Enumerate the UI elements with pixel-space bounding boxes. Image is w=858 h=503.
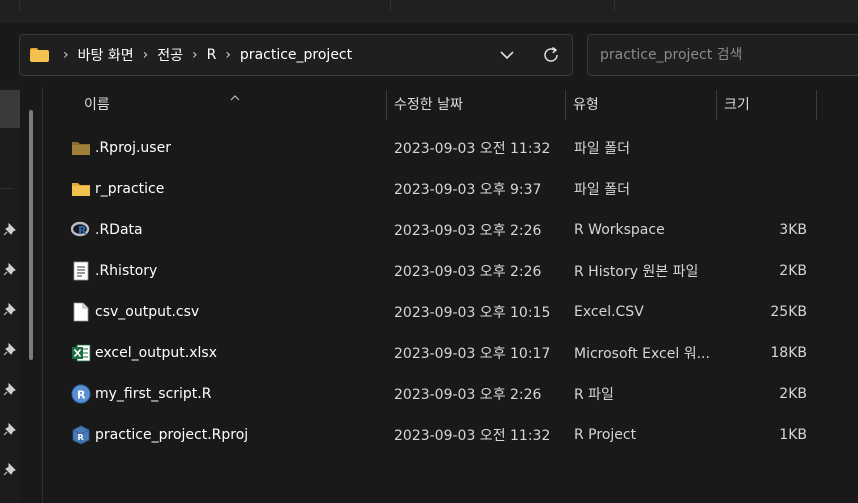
nav-scrollbar[interactable]: [29, 110, 33, 360]
navigation-pane: [0, 87, 20, 503]
column-header: 이름 수정한 날짜 유형 크기: [43, 87, 858, 120]
file-modified: 2023-09-03 오후 10:17: [394, 345, 551, 362]
file-type: Excel.CSV: [574, 303, 644, 320]
breadcrumb-practice-project[interactable]: practice_project: [240, 47, 352, 63]
folder-icon: [71, 179, 91, 199]
svg-text:R: R: [77, 389, 86, 402]
file-row[interactable]: R my_first_script.R 2023-09-03 오후 2:26 R…: [43, 373, 858, 414]
file-modified: 2023-09-03 오후 9:37: [394, 181, 542, 198]
pin-icon[interactable]: [3, 302, 17, 317]
folder-icon: [30, 48, 49, 62]
pin-icon[interactable]: [3, 382, 17, 397]
file-row[interactable]: .Rhistory 2023-09-03 오후 2:26 R History 원…: [43, 250, 858, 291]
r-workspace-icon: R: [70, 220, 91, 240]
file-modified: 2023-09-03 오후 10:15: [394, 304, 551, 321]
blank-file-icon: [71, 302, 91, 322]
file-row[interactable]: R practice_project.Rproj 2023-09-03 오전 1…: [43, 414, 858, 455]
file-name[interactable]: r_practice: [95, 168, 164, 209]
text-file-icon: [71, 261, 91, 281]
file-row[interactable]: R .RData 2023-09-03 오후 2:26 R Workspace …: [43, 209, 858, 250]
file-size: 3KB: [779, 221, 807, 238]
search-box[interactable]: [587, 34, 858, 76]
file-row[interactable]: r_practice 2023-09-03 오후 9:37 파일 폴더: [43, 168, 858, 209]
svg-text:R: R: [78, 433, 84, 442]
column-divider[interactable]: [816, 90, 817, 120]
file-name[interactable]: my_first_script.R: [95, 373, 211, 414]
r-script-icon: R: [71, 384, 91, 404]
nav-divider: [0, 188, 12, 189]
chevron-right-icon[interactable]: ›: [225, 47, 231, 63]
file-name[interactable]: excel_output.xlsx: [95, 332, 217, 373]
file-size: 18KB: [770, 344, 807, 361]
file-modified: 2023-09-03 오전 11:32: [394, 427, 551, 444]
file-name[interactable]: practice_project.Rproj: [95, 414, 248, 455]
file-modified: 2023-09-03 오후 2:26: [394, 263, 542, 280]
refresh-icon[interactable]: [541, 45, 561, 65]
svg-text:R: R: [78, 224, 87, 237]
excel-icon: [71, 343, 91, 363]
file-name[interactable]: .RData: [95, 209, 143, 250]
file-type: R Project: [574, 426, 637, 443]
address-bar[interactable]: › 바탕 화면 › 전공 › R › practice_project: [19, 34, 573, 76]
title-strip: [0, 0, 858, 23]
file-row[interactable]: csv_output.csv 2023-09-03 오후 10:15 Excel…: [43, 291, 858, 332]
breadcrumb-r[interactable]: R: [207, 47, 217, 63]
column-size[interactable]: 크기: [724, 87, 750, 120]
chevron-right-icon[interactable]: ›: [63, 47, 69, 63]
file-modified: 2023-09-03 오전 11:32: [394, 140, 551, 157]
pin-icon[interactable]: [3, 222, 17, 237]
column-divider[interactable]: [565, 90, 566, 120]
sort-ascending-icon: [230, 89, 240, 101]
pin-icon[interactable]: [3, 422, 17, 437]
r-project-icon: R: [71, 425, 91, 445]
file-size: [727, 168, 807, 209]
column-type[interactable]: 유형: [573, 87, 599, 120]
pin-icon[interactable]: [3, 462, 17, 477]
column-divider[interactable]: [386, 90, 387, 120]
breadcrumb-major[interactable]: 전공: [157, 45, 183, 65]
pin-icon[interactable]: [3, 342, 17, 357]
breadcrumb-desktop[interactable]: 바탕 화면: [78, 45, 134, 65]
chevron-down-icon[interactable]: [497, 46, 517, 64]
file-size: 2KB: [779, 262, 807, 279]
chevron-right-icon[interactable]: ›: [143, 47, 149, 63]
file-size: 25KB: [770, 303, 807, 320]
nav-selected-item[interactable]: [0, 90, 20, 128]
file-type: R 파일: [574, 386, 614, 403]
file-row[interactable]: .Rproj.user 2023-09-03 오전 11:32 파일 폴더: [43, 127, 858, 168]
file-type: 파일 폴더: [574, 181, 630, 198]
file-type: R Workspace: [574, 221, 665, 238]
file-name[interactable]: .Rhistory: [95, 250, 157, 291]
file-type: 파일 폴더: [574, 140, 630, 157]
file-type: R History 원본 파일: [574, 263, 699, 280]
pin-icon[interactable]: [3, 262, 17, 277]
file-type: Microsoft Excel 워...: [574, 345, 710, 362]
file-size: 1KB: [779, 426, 807, 443]
column-modified[interactable]: 수정한 날짜: [394, 87, 463, 120]
file-size: 2KB: [779, 385, 807, 402]
chevron-right-icon[interactable]: ›: [192, 47, 198, 63]
column-name[interactable]: 이름: [84, 87, 110, 120]
file-modified: 2023-09-03 오후 2:26: [394, 222, 542, 239]
file-name[interactable]: .Rproj.user: [95, 127, 171, 168]
column-divider[interactable]: [716, 90, 717, 120]
file-row[interactable]: excel_output.xlsx 2023-09-03 오후 10:17 Mi…: [43, 332, 858, 373]
folder-dark-icon: [71, 138, 91, 158]
file-modified: 2023-09-03 오후 2:26: [394, 386, 542, 403]
file-size: [727, 127, 807, 168]
file-name[interactable]: csv_output.csv: [95, 291, 199, 332]
search-input[interactable]: [598, 46, 852, 64]
